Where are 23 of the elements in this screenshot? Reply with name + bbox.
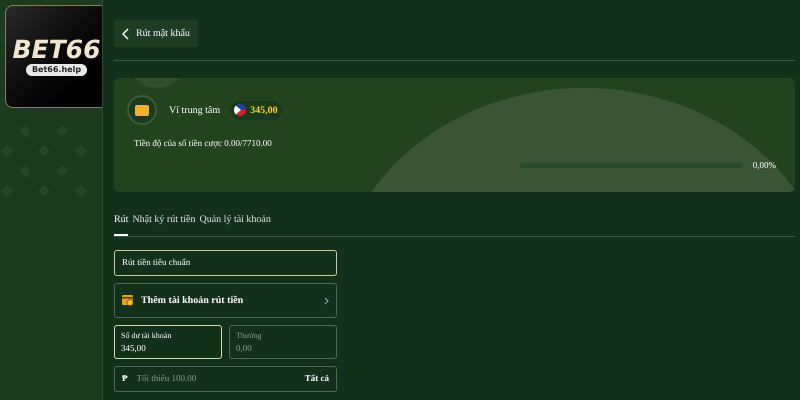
- chevron-right-icon: [324, 296, 329, 304]
- progress-reading: 0,00%: [752, 158, 776, 172]
- currency-symbol: ₱: [122, 372, 128, 386]
- tab[interactable]: Quản lý tài khoản: [200, 212, 271, 236]
- wallet-name: Ví trung tâm: [169, 104, 220, 118]
- tab[interactable]: Rút: [114, 212, 128, 236]
- tab[interactable]: Nhật ký rút tiền: [132, 212, 196, 236]
- back-button[interactable]: Rút mật khẩu: [114, 20, 198, 47]
- balance-option[interactable]: Thưởng 0,00: [229, 325, 337, 359]
- logo-wordmark: BET66: [12, 37, 100, 62]
- back-icon: [122, 28, 130, 40]
- card-icon: [122, 295, 134, 306]
- logo[interactable]: BET66 Bet66.help: [5, 5, 102, 108]
- add-account-button[interactable]: Thêm tài khoản rút tiền: [114, 283, 337, 318]
- progress-label: Tiền độ của số tiền cược 0.00/7710.00: [133, 137, 273, 150]
- logo-domain: Bet66.help: [26, 64, 88, 76]
- amount-field[interactable]: ₱ Tối thiểu 100.00 Tất cả: [114, 366, 337, 392]
- method-field[interactable]: Rút tiền tiêu chuẩn: [114, 250, 337, 276]
- flag-icon: [234, 104, 246, 116]
- all-link[interactable]: Tất cả: [304, 372, 329, 386]
- balance-pill: 345,00: [230, 100, 282, 120]
- wallet-icon: [127, 95, 157, 125]
- balance-option[interactable]: Số dư tài khoản 345,00: [114, 325, 222, 359]
